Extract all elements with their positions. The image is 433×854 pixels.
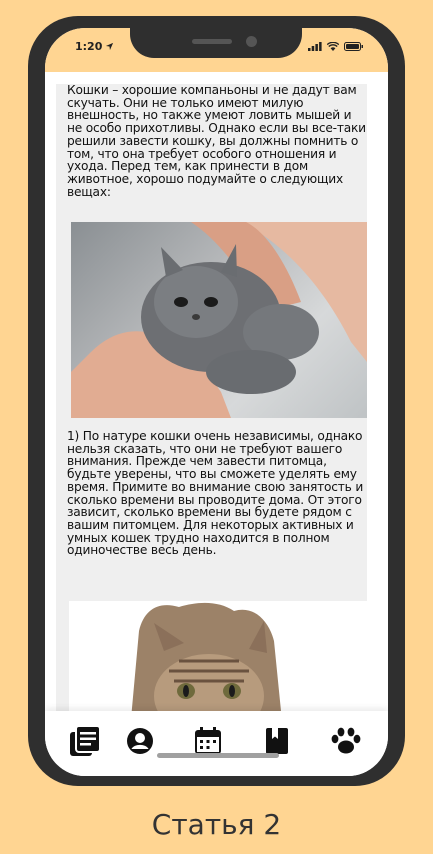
paw-icon <box>331 727 361 754</box>
location-arrow-icon <box>106 42 114 51</box>
kitten-in-hands-image <box>71 222 367 418</box>
book-icon <box>266 728 288 754</box>
status-indicators <box>308 42 364 51</box>
speaker <box>192 39 232 44</box>
home-indicator[interactable] <box>157 753 279 758</box>
status-time: 1:20 <box>75 40 114 53</box>
article-paragraph-2: 1) По натуре кошки очень независимы, одн… <box>67 429 364 558</box>
time-label: 1:20 <box>75 40 103 53</box>
tab-profile[interactable] <box>120 721 160 761</box>
notch <box>130 28 302 58</box>
battery-icon <box>344 42 363 51</box>
tabby-kitten-image <box>69 601 367 724</box>
signal-icon <box>308 42 322 51</box>
profile-icon <box>127 728 153 754</box>
status-bar: 1:20 <box>45 28 388 72</box>
article-paragraph-1: Кошки – хорошие компаньоны и не дадут ва… <box>67 84 366 199</box>
articles-icon <box>70 725 101 756</box>
phone-screen: 1:20 Кошки – хорошие компаньоны и не дад… <box>45 28 388 776</box>
article-content[interactable]: Кошки – хорошие компаньоны и не дадут ва… <box>56 84 367 724</box>
front-camera <box>246 36 257 47</box>
screen-caption: Статья 2 <box>151 808 282 841</box>
tab-bar <box>45 711 388 776</box>
tab-articles[interactable] <box>65 721 105 761</box>
wifi-icon <box>327 42 339 51</box>
tab-pets[interactable] <box>326 721 366 761</box>
